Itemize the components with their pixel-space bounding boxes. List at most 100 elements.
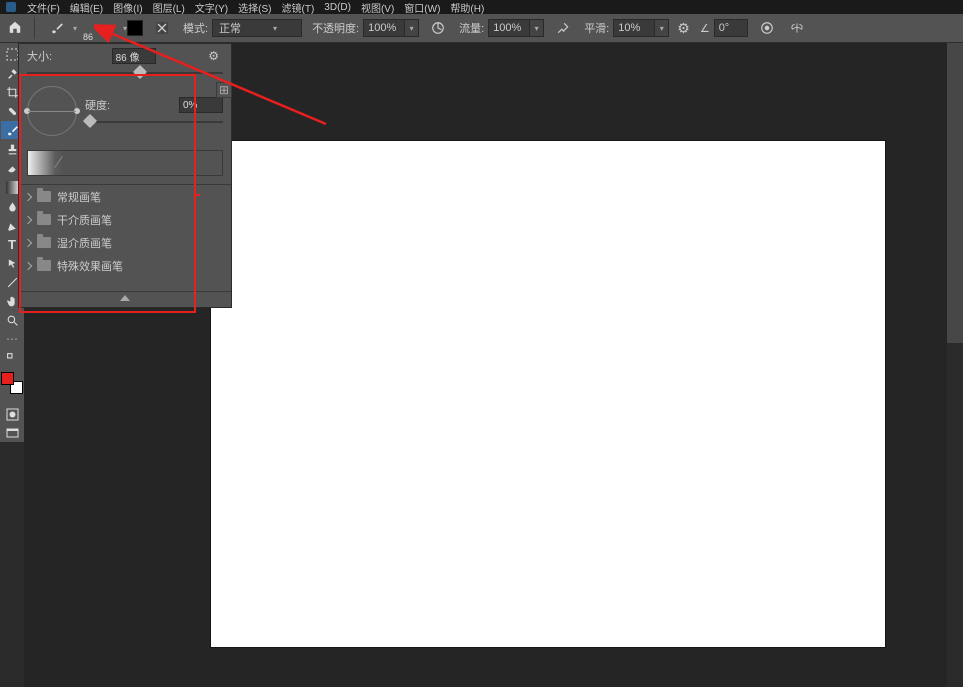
- chevron-up-icon: [120, 295, 130, 301]
- bandaid-icon: [6, 105, 19, 118]
- options-bar: ▾ 86 ▾ 模式: 正常 ▾ 不透明度: 100% ▾ 流量: 100% ▾ …: [0, 14, 963, 43]
- chevron-right-icon: [24, 192, 32, 200]
- brush-color-swatch[interactable]: [127, 20, 143, 36]
- brush-folder-label: 干介质画笔: [57, 212, 112, 228]
- symmetry-button[interactable]: [786, 17, 808, 39]
- brush-size-slider[interactable]: [27, 68, 223, 80]
- crop-icon: [6, 86, 19, 99]
- smoothing-field[interactable]: 10%: [613, 19, 655, 37]
- brush-size-input[interactable]: 86 像: [112, 48, 156, 64]
- slider-track: [85, 121, 223, 123]
- screenmode-button[interactable]: [1, 424, 23, 442]
- mode-label: 模式:: [183, 20, 208, 36]
- brush-icon: [6, 124, 19, 137]
- chevron-right-icon: [24, 215, 32, 223]
- menu-filter[interactable]: 滤镜(T): [277, 0, 320, 15]
- airbrush-toggle[interactable]: [552, 17, 574, 39]
- brush-preset-dropdown[interactable]: ▾: [117, 18, 127, 38]
- drop-icon: [7, 200, 18, 213]
- slider-thumb[interactable]: [83, 114, 97, 128]
- flow-dropdown[interactable]: ▾: [530, 19, 544, 37]
- pressure-size-toggle[interactable]: [756, 17, 778, 39]
- menu-select[interactable]: 选择(S): [233, 0, 276, 15]
- type-icon: T: [8, 237, 16, 252]
- brush-size-readout: 86: [83, 32, 93, 42]
- right-panel-strip[interactable]: [947, 43, 963, 343]
- tool-icon-brush[interactable]: [47, 18, 67, 38]
- pressure-opacity-icon: [431, 21, 445, 35]
- app-logo: [6, 2, 16, 12]
- color-swap-icon[interactable]: [1, 349, 23, 367]
- folder-icon: [37, 214, 51, 225]
- edit-toolbar-button[interactable]: ⋯: [6, 330, 18, 348]
- slider-thumb[interactable]: [133, 65, 147, 79]
- menu-3d[interactable]: 3D(D): [319, 2, 356, 13]
- menu-file[interactable]: 文件(F): [22, 0, 65, 15]
- menu-view[interactable]: 视图(V): [356, 0, 399, 15]
- brush-settings-panel-button[interactable]: [151, 17, 173, 39]
- angle-field[interactable]: 0°: [714, 19, 748, 37]
- screenmode-icon: [6, 427, 19, 440]
- angle-value: 0°: [719, 22, 730, 34]
- plus-icon: ⊞: [219, 83, 229, 97]
- menu-edit[interactable]: 编辑(E): [65, 0, 108, 15]
- brush-folder-label: 特殊效果画笔: [57, 258, 123, 274]
- brush-folder[interactable]: 常规画笔: [19, 185, 231, 208]
- brush-hardness-input[interactable]: 0%: [179, 97, 223, 113]
- chevron-down-icon: ▾: [535, 24, 539, 33]
- eraser-icon: [6, 162, 19, 175]
- opacity-pressure-toggle[interactable]: [427, 17, 449, 39]
- chevron-right-icon: [24, 261, 32, 269]
- chevron-down-icon: ▾: [660, 24, 664, 33]
- canvas[interactable]: [211, 141, 885, 647]
- smoothing-dropdown[interactable]: ▾: [655, 19, 669, 37]
- quickmask-toggle[interactable]: [1, 405, 23, 423]
- stamp-icon: [6, 143, 19, 156]
- pressure-size-icon: [760, 21, 774, 35]
- menu-type[interactable]: 文字(Y): [190, 0, 233, 15]
- separator: [34, 17, 35, 39]
- folder-icon: [37, 191, 51, 202]
- gear-icon: ⚙: [208, 49, 219, 63]
- brush-stroke-preview: [27, 150, 223, 176]
- home-button[interactable]: [0, 20, 30, 37]
- pen-icon: [6, 219, 19, 232]
- brush-popup-resize[interactable]: [19, 291, 231, 307]
- opacity-dropdown[interactable]: ▾: [405, 19, 419, 37]
- gradient-icon: [6, 181, 19, 194]
- brush-hardness-slider[interactable]: [85, 117, 223, 129]
- tool-zoom[interactable]: [1, 311, 23, 329]
- brush-preset-picker[interactable]: 86: [81, 18, 117, 38]
- tool-variant-dropdown[interactable]: ▾: [67, 18, 77, 38]
- menu-bar: 文件(F) 编辑(E) 图像(I) 图层(L) 文字(Y) 选择(S) 滤镜(T…: [0, 0, 963, 14]
- menu-image[interactable]: 图像(I): [108, 0, 147, 15]
- magnifier-icon: [6, 314, 19, 327]
- flow-field[interactable]: 100%: [488, 19, 530, 37]
- brush-preset-popup: 大小: 86 像 ⚙ 硬度: 0% 常规画笔: [18, 43, 232, 308]
- opacity-field[interactable]: 100%: [363, 19, 405, 37]
- chevron-down-icon: ▾: [73, 24, 77, 33]
- brush-folder-label: 常规画笔: [57, 189, 101, 205]
- brush-folder[interactable]: 干介质画笔: [19, 208, 231, 231]
- menu-layer[interactable]: 图层(L): [148, 0, 190, 15]
- airbrush-icon: [556, 21, 570, 35]
- brush-icon: [50, 21, 64, 35]
- blend-mode-value: 正常: [219, 20, 241, 36]
- new-preset-button[interactable]: ⊞: [216, 82, 232, 98]
- brush-popup-flyout[interactable]: ⚙: [204, 49, 223, 63]
- menu-help[interactable]: 帮助(H): [445, 0, 489, 15]
- quickmask-icon: [6, 408, 19, 421]
- eyedropper-icon: [6, 67, 19, 80]
- brush-folder[interactable]: 特殊效果画笔: [19, 254, 231, 277]
- brush-tip-preview: [96, 25, 103, 32]
- foreground-color[interactable]: [1, 372, 14, 385]
- blend-mode-select[interactable]: 正常 ▾: [212, 19, 302, 37]
- brush-size-label: 大小:: [27, 48, 63, 64]
- flow-label: 流量:: [459, 20, 484, 36]
- color-swatches[interactable]: [1, 372, 23, 394]
- brush-folder[interactable]: 湿介质画笔: [19, 231, 231, 254]
- brush-angle-control[interactable]: [27, 86, 77, 136]
- home-icon: [8, 20, 22, 34]
- smoothing-options-button[interactable]: ⚙: [677, 20, 690, 37]
- menu-window[interactable]: 窗口(W): [399, 0, 445, 15]
